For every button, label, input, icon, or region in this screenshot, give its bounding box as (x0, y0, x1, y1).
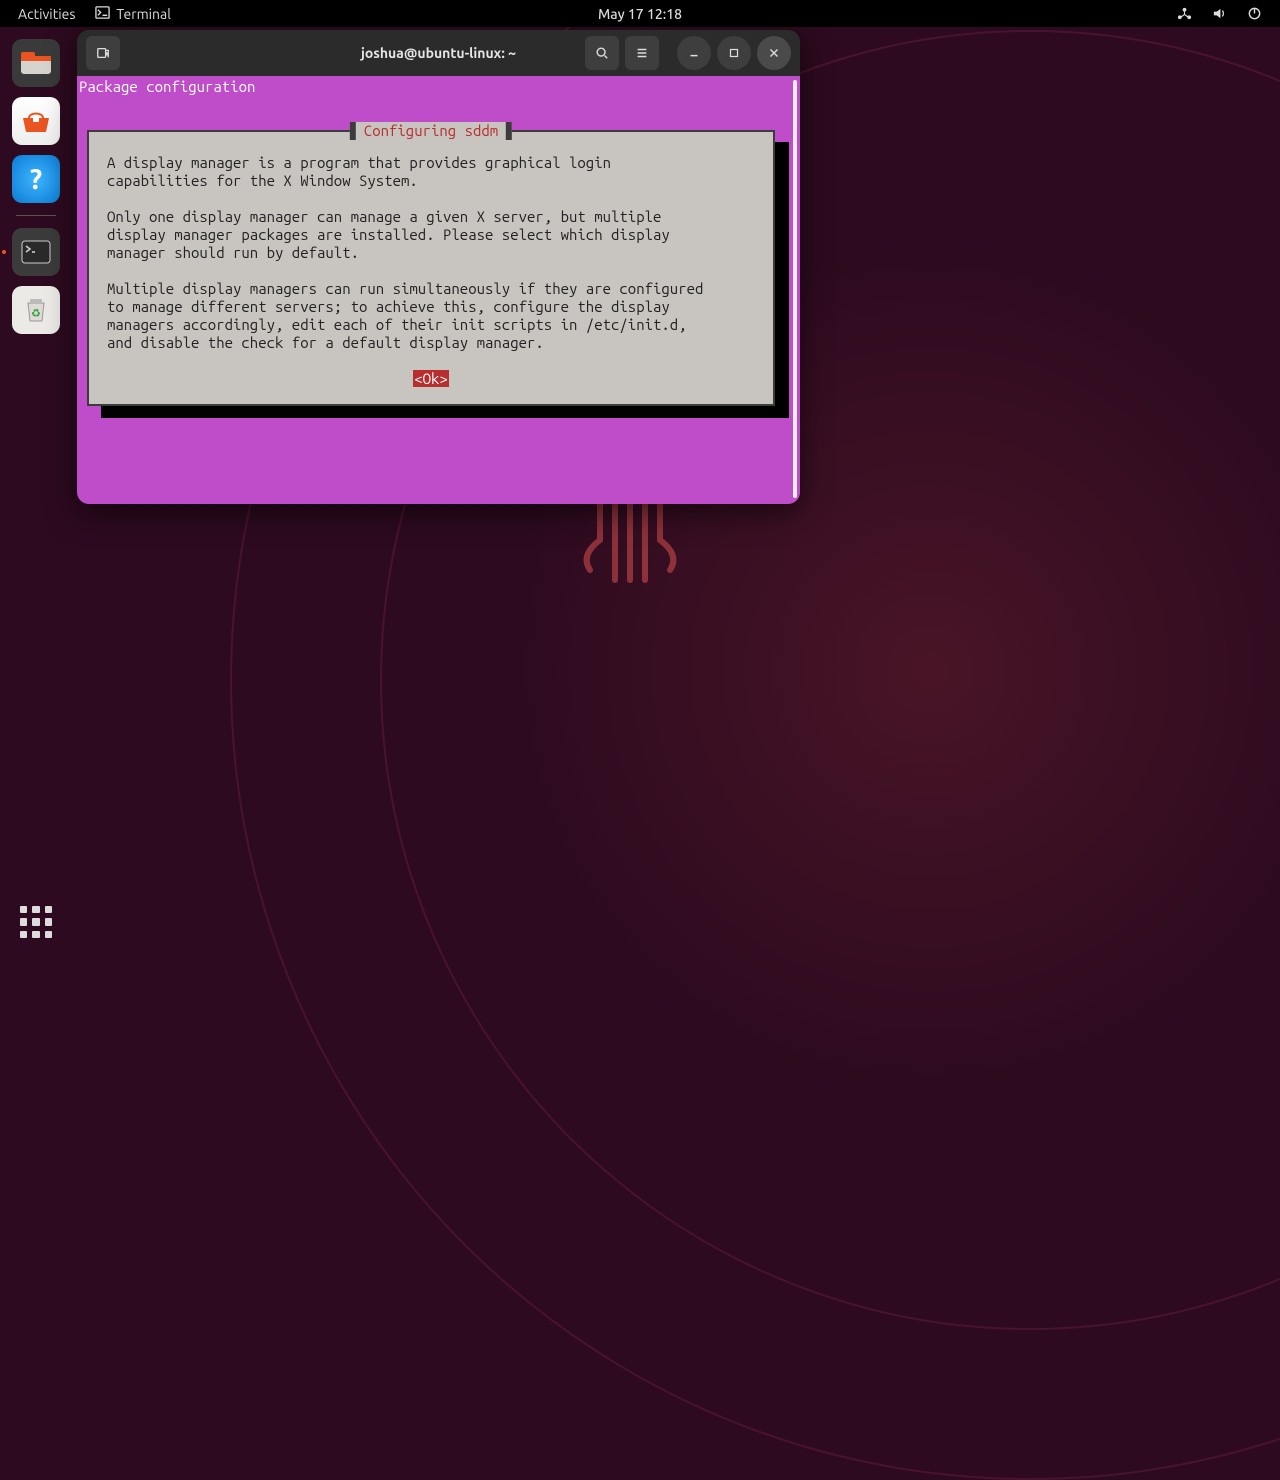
trash-icon[interactable]: ♻ (12, 286, 60, 334)
new-tab-button[interactable] (86, 36, 120, 70)
debconf-dialog: Configuring sddm A display manager is a … (87, 130, 775, 406)
focused-app-indicator[interactable]: Terminal (85, 5, 181, 23)
help-app-icon[interactable]: ? (12, 155, 60, 203)
dialog-paragraph: Only one display manager can manage a gi… (107, 208, 755, 262)
menu-button[interactable] (625, 36, 659, 70)
power-icon[interactable] (1237, 6, 1272, 21)
dialog-title: Configuring sddm (350, 122, 512, 140)
dialog-paragraph: Multiple display managers can run simult… (107, 280, 755, 352)
window-titlebar[interactable]: joshua@ubuntu-linux: ~ (77, 30, 800, 76)
package-config-header: Package configuration (79, 76, 798, 108)
running-indicator (2, 250, 6, 254)
terminal-viewport[interactable]: Package configuration Configuring sddm A… (77, 76, 800, 504)
volume-icon[interactable] (1202, 6, 1237, 21)
files-app-icon[interactable] (12, 39, 60, 87)
clock[interactable]: May 17 12:18 (598, 6, 682, 22)
close-button[interactable] (757, 36, 791, 70)
focused-app-label: Terminal (116, 6, 171, 22)
dialog-paragraph: A display manager is a program that prov… (107, 154, 755, 190)
software-app-icon[interactable] (12, 97, 60, 145)
search-button[interactable] (585, 36, 619, 70)
terminal-app-icon[interactable] (12, 228, 60, 276)
maximize-button[interactable] (717, 36, 751, 70)
minimize-button[interactable] (677, 36, 711, 70)
terminal-window: joshua@ubuntu-linux: ~ Package configura… (77, 30, 800, 504)
activities-button[interactable]: Activities (8, 6, 85, 22)
terminal-icon (95, 5, 110, 23)
dock-separator (16, 215, 56, 216)
show-applications-button[interactable] (16, 902, 56, 942)
scrollbar[interactable] (793, 80, 797, 498)
dock: ? ♻ (0, 27, 72, 960)
ok-button[interactable]: <Ok> (413, 370, 449, 387)
network-icon[interactable] (1167, 6, 1202, 21)
svg-text:♻: ♻ (31, 308, 41, 320)
